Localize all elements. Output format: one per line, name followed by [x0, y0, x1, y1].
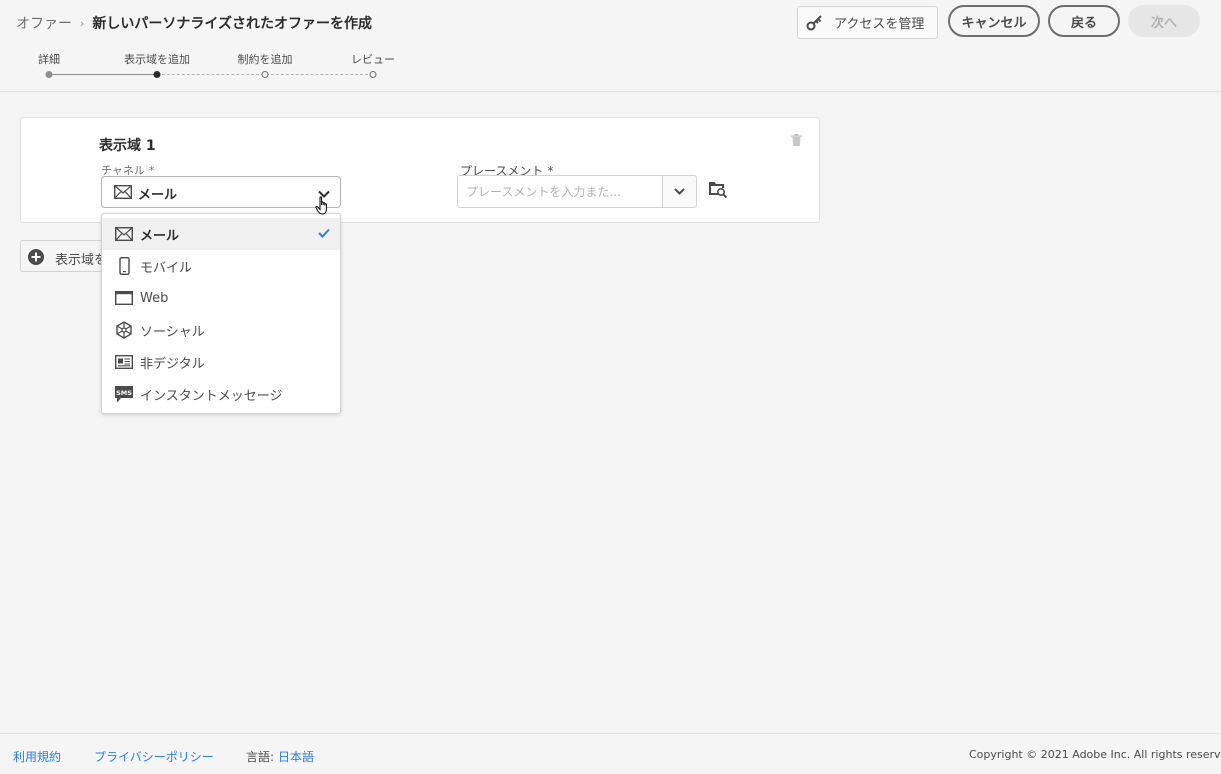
folder-search-icon[interactable]	[708, 181, 728, 203]
trash-icon[interactable]	[791, 134, 802, 150]
step-dot-todo	[369, 71, 377, 78]
mail-icon	[114, 224, 134, 244]
step-dot-done	[45, 71, 53, 78]
mobile-icon	[114, 256, 134, 276]
add-display-area-label: 表示域を	[55, 253, 108, 268]
chevron-down-icon	[674, 184, 685, 199]
mail-icon	[113, 184, 133, 203]
step-label-review: レビュー	[351, 53, 395, 66]
manage-access-label: アクセスを管理	[834, 17, 925, 32]
manage-access-button[interactable]: アクセスを管理	[797, 6, 938, 39]
channel-option-email[interactable]: メール	[102, 218, 340, 250]
print-icon	[114, 352, 134, 372]
breadcrumb-separator: ›	[80, 16, 85, 30]
channel-option-label: モバイル	[140, 260, 193, 276]
language-label: 言語:	[246, 750, 275, 764]
web-icon	[114, 288, 134, 308]
channel-option-mobile[interactable]: モバイル	[102, 250, 340, 282]
placement-input[interactable]	[457, 175, 662, 208]
page-footer: 利用規約 プライバシーポリシー 言語: 日本語 Copyright © 2021 …	[0, 733, 1221, 774]
channel-option-instant-message[interactable]: SMS インスタントメッセージ	[102, 378, 340, 410]
key-icon	[806, 14, 822, 30]
back-button[interactable]: 戻る	[1048, 5, 1120, 37]
next-button[interactable]: 次へ	[1128, 5, 1200, 37]
step-dot-todo	[261, 71, 269, 78]
channel-select[interactable]: メール	[101, 176, 341, 208]
channel-option-social[interactable]: ソーシャル	[102, 314, 340, 346]
copyright-text: Copyright © 2021 Adobe Inc. All rights r…	[969, 748, 1221, 761]
language-value[interactable]: 日本語	[278, 750, 314, 764]
breadcrumb-root-link[interactable]: オファー	[16, 13, 72, 33]
social-icon	[114, 320, 134, 340]
breadcrumb: オファー › 新しいパーソナライズされたオファーを作成	[16, 13, 372, 33]
sms-icon: SMS	[114, 384, 134, 404]
terms-link[interactable]: 利用規約	[13, 748, 61, 765]
step-connector	[49, 74, 157, 75]
cancel-button[interactable]: キャンセル	[948, 5, 1040, 37]
checkmark-icon	[318, 227, 330, 242]
step-dot-current	[153, 71, 161, 78]
display-area-title: 表示域 1	[99, 138, 156, 154]
step-label-details: 詳細	[38, 53, 60, 66]
channel-select-value: メール	[138, 188, 178, 203]
hand-cursor-icon	[315, 196, 331, 220]
page-title: 新しいパーソナライズされたオファーを作成	[92, 16, 372, 32]
channel-dropdown-menu: メール モバイル Web ソーシャル 非デジタル SMS インスタントメッセージ	[101, 213, 341, 414]
step-label-add-constraints: 制約を追加	[237, 53, 293, 66]
placement-dropdown-button[interactable]	[662, 175, 697, 208]
language-selector[interactable]: 言語: 日本語	[246, 748, 314, 765]
svg-text:SMS: SMS	[116, 389, 132, 397]
channel-option-label: 非デジタル	[140, 356, 205, 372]
step-label-add-display-area: 表示域を追加	[124, 53, 190, 66]
page-header: オファー › 新しいパーソナライズされたオファーを作成 アクセスを管理 キャンセ…	[0, 0, 1221, 92]
channel-option-non-digital[interactable]: 非デジタル	[102, 346, 340, 378]
channel-option-label: メール	[140, 228, 180, 244]
add-circle-icon	[27, 248, 45, 270]
display-area-card: 表示域 1 チャネル * メール プレースメント *	[20, 117, 820, 223]
channel-option-label: Web	[140, 290, 169, 306]
channel-option-label: インスタントメッセージ	[140, 388, 283, 404]
privacy-policy-link[interactable]: プライバシーポリシー	[94, 748, 214, 765]
channel-option-label: ソーシャル	[140, 324, 205, 340]
channel-option-web[interactable]: Web	[102, 282, 340, 314]
